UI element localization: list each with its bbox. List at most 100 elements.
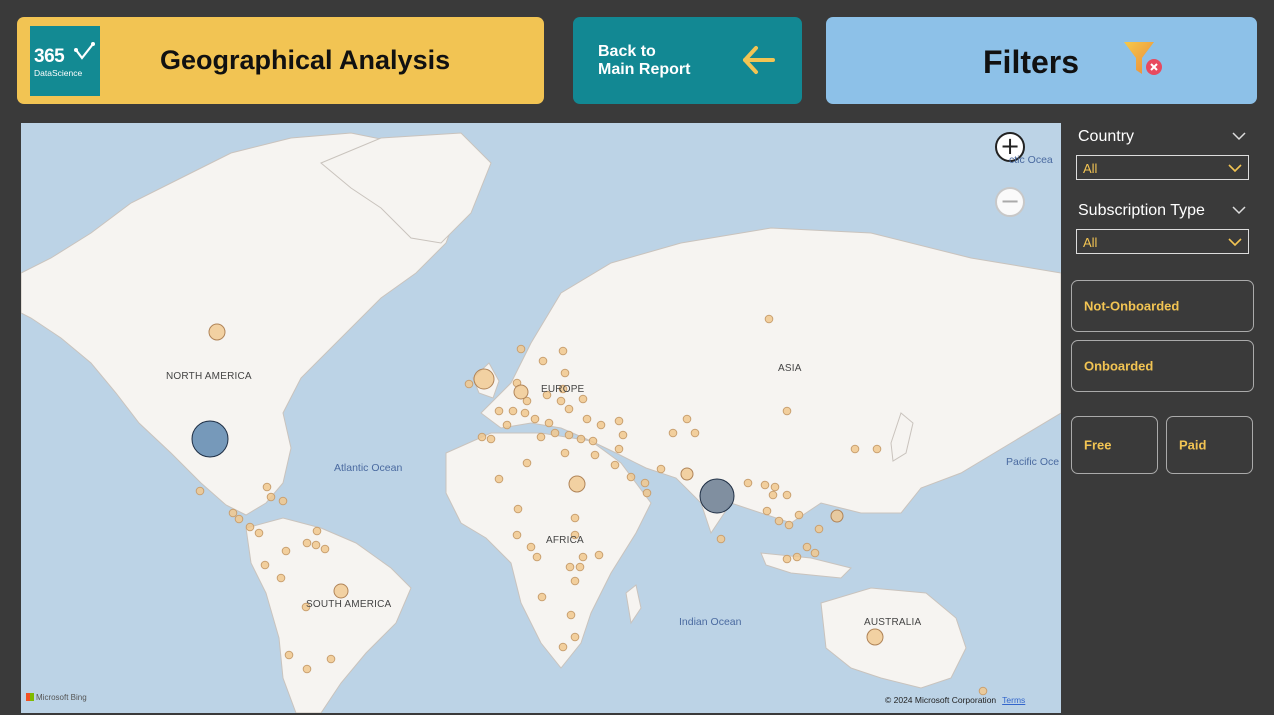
map-bubble[interactable] — [537, 592, 547, 602]
map-bubble[interactable] — [538, 356, 548, 366]
map-bubble[interactable] — [281, 546, 291, 556]
map-bubble[interactable] — [764, 314, 774, 324]
map-bubble[interactable] — [656, 464, 666, 474]
map-bubble[interactable] — [690, 428, 700, 438]
not-onboarded-button[interactable]: Not-Onboarded — [1071, 280, 1254, 332]
map-bubble[interactable] — [536, 432, 546, 442]
map-bubble[interactable] — [570, 513, 580, 523]
map-bubble[interactable] — [520, 408, 530, 418]
map-bubble[interactable] — [802, 542, 812, 552]
map-bubble[interactable] — [866, 628, 884, 646]
map-bubble[interactable] — [208, 323, 226, 341]
map-bubble[interactable] — [278, 496, 288, 506]
map-bubble[interactable] — [284, 650, 294, 660]
map-bubble[interactable] — [558, 642, 568, 652]
map-bubble[interactable] — [550, 428, 560, 438]
map-bubble[interactable] — [254, 528, 264, 538]
map-bubble[interactable] — [590, 450, 600, 460]
map-bubble[interactable] — [596, 420, 606, 430]
map-bubble[interactable] — [311, 540, 321, 550]
chevron-down-icon[interactable] — [1232, 131, 1246, 141]
map-bubble[interactable] — [614, 416, 624, 426]
map-bubble[interactable] — [588, 436, 598, 446]
funnel-clear-icon[interactable] — [1122, 40, 1166, 80]
map-bubble[interactable] — [668, 428, 678, 438]
map-bubble[interactable] — [872, 444, 882, 454]
map-bubble[interactable] — [320, 544, 330, 554]
map-bubble[interactable] — [522, 458, 532, 468]
map-bubble[interactable] — [516, 344, 526, 354]
map-bubble[interactable] — [770, 482, 780, 492]
zoom-out-button[interactable]: − — [995, 187, 1025, 217]
map-bubble[interactable] — [575, 562, 585, 572]
map-bubble[interactable] — [774, 516, 784, 526]
map-bubble[interactable] — [558, 346, 568, 356]
map-bubble[interactable] — [850, 444, 860, 454]
map-bubble[interactable] — [486, 434, 496, 444]
map-bubble[interactable] — [477, 432, 487, 442]
map-bubble[interactable] — [640, 478, 650, 488]
map-bubble[interactable] — [830, 509, 844, 523]
map-bubble[interactable] — [568, 475, 586, 493]
map-bubble[interactable] — [302, 538, 312, 548]
map-bubble[interactable] — [513, 384, 529, 400]
map-bubble[interactable] — [566, 610, 576, 620]
map-bubble[interactable] — [614, 444, 624, 454]
map-bubble[interactable] — [312, 526, 322, 536]
map-bubble[interactable] — [680, 467, 694, 481]
map-bubble[interactable] — [276, 573, 286, 583]
map-bubble[interactable] — [333, 583, 349, 599]
map-bubble[interactable] — [782, 554, 792, 564]
map-bubble[interactable] — [234, 514, 244, 524]
subscription-dropdown[interactable]: All — [1076, 229, 1249, 254]
map-bubble[interactable] — [978, 686, 988, 696]
map-bubble[interactable] — [556, 396, 566, 406]
map-bubble[interactable] — [594, 550, 604, 560]
map-bubble[interactable] — [810, 548, 820, 558]
map-bubble[interactable] — [302, 664, 312, 674]
map-bubble[interactable] — [642, 488, 652, 498]
map-bubble[interactable] — [578, 552, 588, 562]
map-bubble[interactable] — [560, 368, 570, 378]
map-bubble[interactable] — [570, 576, 580, 586]
map-bubble[interactable] — [532, 552, 542, 562]
map-bubble[interactable] — [530, 414, 540, 424]
map-bubble[interactable] — [814, 524, 824, 534]
map-bubble[interactable] — [570, 632, 580, 642]
map-bubble[interactable] — [576, 434, 586, 444]
map-bubble[interactable] — [794, 510, 804, 520]
map-bubble[interactable] — [618, 430, 628, 440]
back-to-main-report-button[interactable]: Back to Main Report — [573, 17, 802, 104]
map-bubble[interactable] — [494, 474, 504, 484]
paid-button[interactable]: Paid — [1166, 416, 1253, 474]
map-bubble[interactable] — [699, 478, 735, 514]
map-bubble[interactable] — [191, 420, 229, 458]
map-bubble[interactable] — [526, 542, 536, 552]
map-bubble[interactable] — [326, 654, 336, 664]
map-bubble[interactable] — [716, 534, 726, 544]
map-bubble[interactable] — [260, 560, 270, 570]
map-bubble[interactable] — [582, 414, 592, 424]
map-bubble[interactable] — [513, 504, 523, 514]
map-bubble[interactable] — [564, 430, 574, 440]
map-bubble[interactable] — [682, 414, 692, 424]
map-bubble[interactable] — [743, 478, 753, 488]
map-bubble[interactable] — [762, 506, 772, 516]
map-bubble[interactable] — [578, 394, 588, 404]
map-bubble[interactable] — [792, 552, 802, 562]
chevron-down-icon[interactable] — [1232, 205, 1246, 215]
map-bubble[interactable] — [768, 490, 778, 500]
map-bubble[interactable] — [784, 520, 794, 530]
map-bubble[interactable] — [464, 379, 474, 389]
map-bubble[interactable] — [473, 368, 495, 390]
free-button[interactable]: Free — [1071, 416, 1158, 474]
map-bubble[interactable] — [610, 460, 620, 470]
map-bubble[interactable] — [502, 420, 512, 430]
map-bubble[interactable] — [760, 480, 770, 490]
map-bubble[interactable] — [508, 406, 518, 416]
map-bubble[interactable] — [512, 530, 522, 540]
terms-link[interactable]: Terms — [1002, 695, 1025, 705]
map-bubble[interactable] — [262, 482, 272, 492]
onboarded-button[interactable]: Onboarded — [1071, 340, 1254, 392]
map-bubble[interactable] — [195, 486, 205, 496]
